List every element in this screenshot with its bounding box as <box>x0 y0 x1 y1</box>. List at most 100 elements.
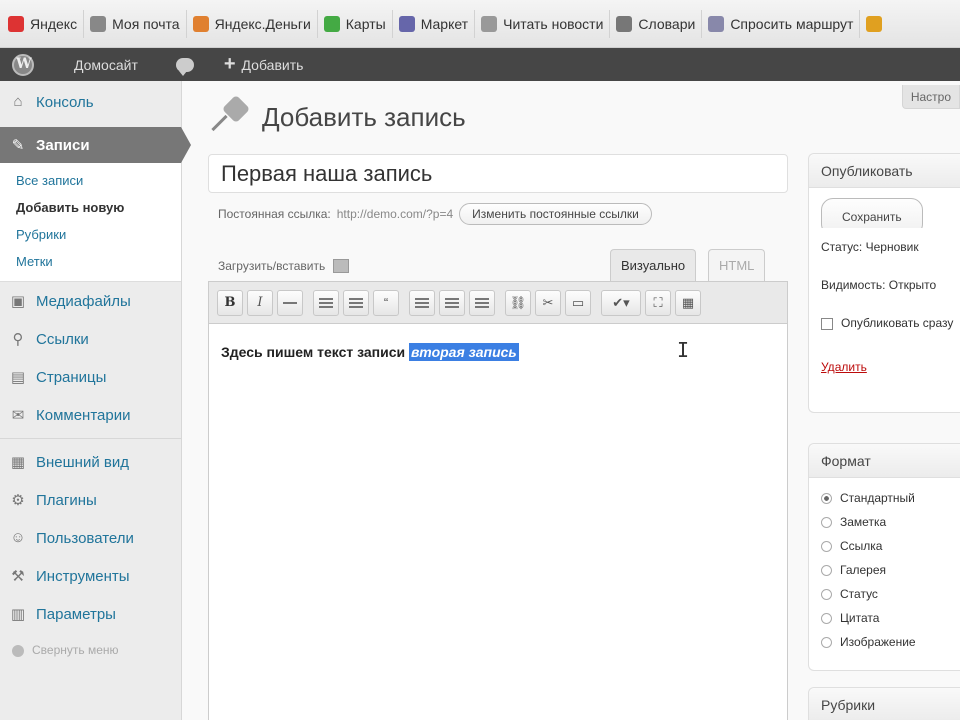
comments-link[interactable] <box>164 48 206 81</box>
bookmark-news[interactable]: Читать новости <box>475 9 611 38</box>
dictionary-icon <box>616 15 633 32</box>
sidebar-item-pages[interactable]: ▤ Страницы <box>0 358 181 396</box>
posts-submenu: Все записи Добавить новую Рубрики Метки <box>0 163 181 282</box>
fullscreen-button[interactable]: ⛶ <box>645 289 671 316</box>
radio[interactable] <box>821 612 832 624</box>
format-option-status[interactable]: Статус <box>821 582 960 606</box>
radio[interactable] <box>821 588 832 600</box>
format-option-link[interactable]: Ссылка <box>821 534 960 558</box>
plugins-icon: ⚙ <box>11 492 25 509</box>
content-text: Здесь пишем текст записи <box>221 344 406 360</box>
publish-date-row: Опубликовать сразу <box>821 308 960 338</box>
kitchen-sink-button[interactable]: ▦ <box>675 289 701 316</box>
publish-box-title: Опубликовать <box>809 154 960 188</box>
post-title-input[interactable]: Первая наша запись <box>208 154 788 193</box>
bullet-list-button[interactable] <box>313 289 339 316</box>
sidebar-separator <box>0 438 181 439</box>
align-center-button[interactable] <box>439 289 465 316</box>
bookmark-maps[interactable]: Карты <box>318 9 393 38</box>
permalink-url[interactable]: http://demo.com/?p=4 <box>337 207 453 221</box>
sidebar-item-tools[interactable]: ⚒ Инструменты <box>0 557 181 595</box>
maps-icon <box>323 15 340 32</box>
sidebar-item-users[interactable]: ☺ Пользователи <box>0 519 181 557</box>
radio[interactable] <box>821 636 832 648</box>
news-icon <box>481 15 498 32</box>
unlink-icon[interactable]: ✂ <box>535 289 561 316</box>
appearance-icon: ▦ <box>10 454 26 471</box>
visibility-row: Видимость: Открыто <box>821 278 937 292</box>
sidebar-item-plugins[interactable]: ⚙ Плагины <box>0 481 181 519</box>
bookmark-yandex[interactable]: Яндекс <box>2 9 85 38</box>
sidebar-item-settings[interactable]: ▥ Параметры <box>0 595 181 633</box>
save-draft-button[interactable]: Сохранить <box>821 198 923 228</box>
sidebar-item-links[interactable]: ⚲ Ссылки <box>0 320 181 358</box>
comments-icon: ✉ <box>11 407 25 424</box>
radio-selected[interactable] <box>821 492 832 504</box>
media-icon: ▣ <box>10 293 26 310</box>
blockquote-button[interactable]: “ <box>373 289 399 316</box>
numbered-list-button[interactable] <box>343 289 369 316</box>
text-cursor-icon: I <box>677 338 690 362</box>
money-icon <box>192 15 209 32</box>
editor-content[interactable]: Здесь пишем текст записи вторая запись <box>209 324 787 380</box>
format-option-standard[interactable]: Стандартный <box>821 486 960 510</box>
add-new-menu[interactable]: + Добавить <box>206 48 316 81</box>
settings-icon: ▥ <box>10 606 26 623</box>
pushpin-icon <box>210 94 251 137</box>
format-option-gallery[interactable]: Галерея <box>821 558 960 582</box>
upload-insert-link[interactable]: Загрузить/вставить <box>218 259 350 273</box>
submenu-categories[interactable]: Рубрики <box>0 221 181 248</box>
align-left-button[interactable] <box>409 289 435 316</box>
submenu-tags[interactable]: Метки <box>0 248 181 275</box>
delete-link[interactable]: Удалить <box>821 360 867 374</box>
format-option-quote[interactable]: Цитата <box>821 606 960 630</box>
tab-html[interactable]: HTML <box>708 249 766 281</box>
sidebar-item-media[interactable]: ▣ Медиафайлы <box>0 282 181 320</box>
admin-bar: Домосайт +Добавить <box>0 48 960 81</box>
extra-bookmark-icon <box>866 15 883 32</box>
post-editor[interactable]: B I “ ⛓ ✂ ▭ ✔▾ ⛶ ▦ Здесь пишем текст зап… <box>208 281 788 720</box>
selected-text: вторая запись <box>409 343 519 361</box>
spellcheck-button[interactable]: ✔▾ <box>601 289 641 316</box>
align-right-button[interactable] <box>469 289 495 316</box>
more-tag-button[interactable]: ▭ <box>565 289 591 316</box>
tab-visual[interactable]: Визуально <box>610 249 697 281</box>
format-option-aside[interactable]: Заметка <box>821 510 960 534</box>
radio[interactable] <box>821 540 832 552</box>
pin-icon: ✎ <box>11 137 25 154</box>
sidebar-item-posts[interactable]: ✎ Записи <box>0 127 191 163</box>
bookmark-route[interactable]: Спросить маршрут <box>702 9 861 38</box>
radio[interactable] <box>821 564 832 576</box>
categories-box: Рубрики <box>808 687 960 720</box>
bold-button[interactable]: B <box>217 289 243 316</box>
admin-sidebar: ⌂ Консоль ✎ Записи Все записи Добавить нов… <box>0 81 191 720</box>
radio[interactable] <box>821 516 832 528</box>
sidebar-item-console[interactable]: ⌂ Консоль <box>0 83 181 121</box>
sidebar-item-comments[interactable]: ✉ Комментарии <box>0 396 181 434</box>
sidebar-item-appearance[interactable]: ▦ Внешний вид <box>0 443 181 481</box>
main-content: Настро Добавить запись Первая наша запис… <box>182 81 960 720</box>
add-media-icon[interactable] <box>333 259 350 273</box>
bookmark-dictionaries[interactable]: Словари <box>610 9 703 38</box>
submenu-add-new[interactable]: Добавить новую <box>0 194 181 221</box>
bookmark-mail[interactable]: Моя почта <box>84 9 187 38</box>
wp-logo-menu[interactable] <box>0 48 46 81</box>
edit-permalink-button[interactable]: Изменить постоянные ссылки <box>459 203 652 225</box>
bookmark-market[interactable]: Маркет <box>393 9 476 38</box>
upload-label: Загрузить/вставить <box>218 259 326 273</box>
screen-options-button[interactable]: Настро <box>901 85 960 109</box>
strikethrough-button[interactable] <box>277 289 303 316</box>
comment-bubble-icon <box>175 57 194 76</box>
editor-toolbar: B I “ ⛓ ✂ ▭ ✔▾ ⛶ ▦ <box>209 282 787 324</box>
route-icon <box>708 15 725 32</box>
submenu-all-posts[interactable]: Все записи <box>0 167 181 194</box>
site-name-link[interactable]: Домосайт <box>46 48 164 81</box>
link-icon[interactable]: ⛓ <box>505 289 531 316</box>
collapse-menu-button[interactable]: Свернуть меню <box>0 633 181 667</box>
links-icon: ⚲ <box>12 331 24 348</box>
italic-button[interactable]: I <box>247 289 273 316</box>
bookmark-money[interactable]: Яндекс.Деньги <box>187 9 318 38</box>
format-option-image[interactable]: Изображение <box>821 630 960 654</box>
bookmark-extra[interactable] <box>860 10 894 38</box>
bookmarks-bar: Яндекс Моя почта Яндекс.Деньги Карты Мар… <box>0 0 960 48</box>
